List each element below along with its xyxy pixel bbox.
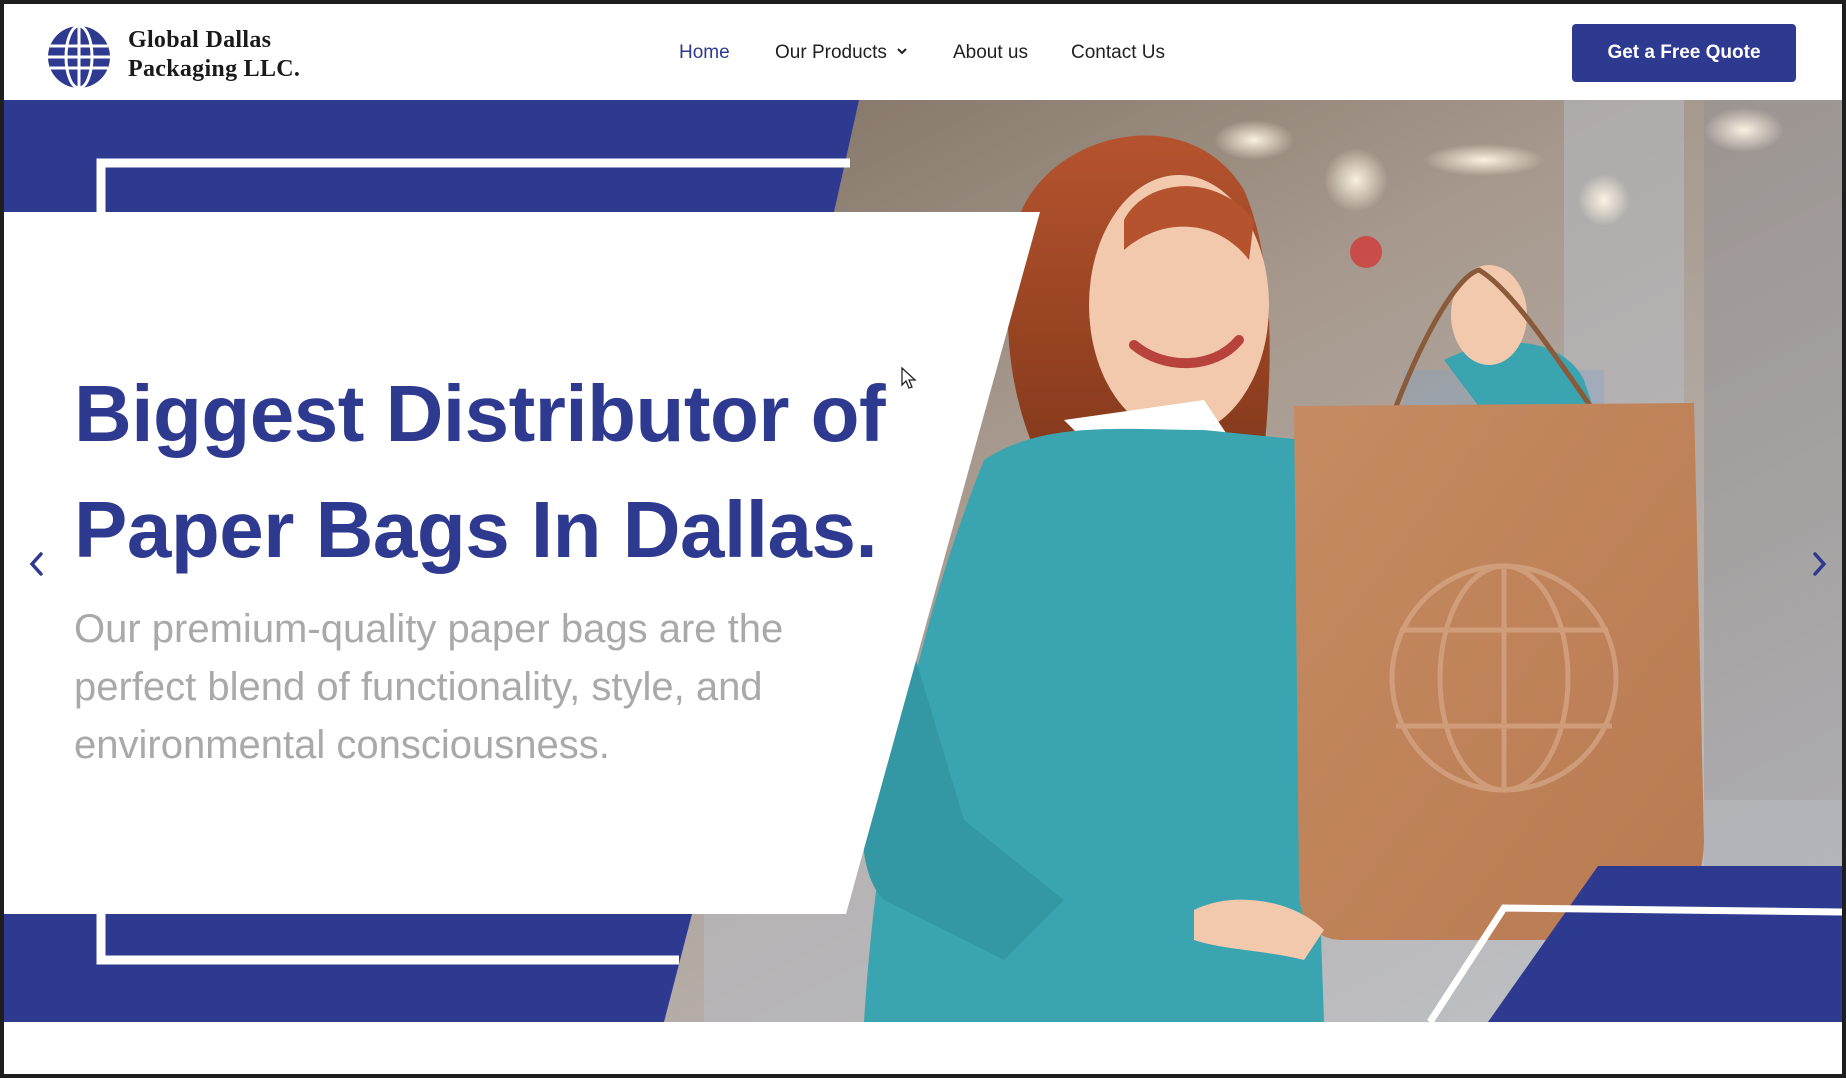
hero-subtext: Our premium-quality paper bags are the p…	[74, 607, 784, 767]
chevron-down-icon	[897, 48, 907, 55]
hero-headline-line1: Biggest Distributor of	[74, 369, 886, 458]
chevron-right-icon	[1813, 552, 1827, 576]
nav-item-our-products[interactable]: Our Products	[775, 42, 907, 64]
chevron-left-icon	[29, 552, 43, 576]
page: Global Dallas Packaging LLC. Home Our Pr…	[4, 4, 1842, 1074]
logo[interactable]: Global Dallas Packaging LLC.	[46, 22, 316, 92]
get-quote-button[interactable]: Get a Free Quote	[1572, 24, 1796, 82]
nav-item-home[interactable]: Home	[679, 42, 730, 64]
hero-headline: Biggest Distributor of Paper Bags In Dal…	[74, 356, 894, 588]
nav-item-about-us[interactable]: About us	[953, 42, 1028, 64]
brand-name-line2: Packaging LLC.	[128, 56, 301, 82]
slider-next-button[interactable]	[1804, 546, 1834, 582]
nav-item-contact-us[interactable]: Contact Us	[1071, 42, 1165, 64]
brand-name: Global Dallas Packaging LLC.	[128, 26, 300, 84]
nav-item-our-products-label: Our Products	[775, 42, 887, 63]
globe-icon	[48, 24, 110, 90]
brand-name-line1: Global Dallas	[128, 27, 272, 53]
mouse-cursor-icon	[901, 367, 917, 389]
hero-headline-line2: Paper Bags In Dallas.	[74, 485, 878, 574]
hero-slider: Biggest Distributor of Paper Bags In Dal…	[4, 100, 1842, 1022]
site-header: Global Dallas Packaging LLC. Home Our Pr…	[4, 4, 1842, 100]
below-hero-section	[4, 1022, 1842, 1074]
slider-prev-button[interactable]	[22, 546, 52, 582]
